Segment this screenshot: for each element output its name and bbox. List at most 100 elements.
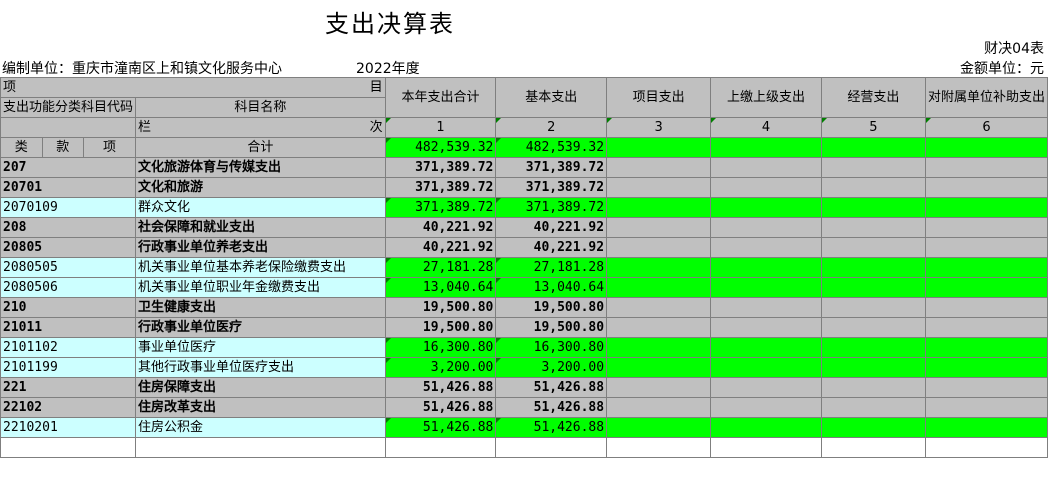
row-empty <box>924 197 1048 218</box>
row-empty <box>924 357 1048 378</box>
row-basic: 40,221.92 <box>495 217 608 238</box>
form-code: 财决04表 <box>984 41 1044 57</box>
row-code: 20805 <box>0 237 137 258</box>
header-xiang-mu: 项目 <box>0 77 386 98</box>
col-header-subsidy: 对附属单位补助支出 <box>924 77 1048 118</box>
row-empty <box>710 157 822 178</box>
name-header: 科目名称 <box>135 97 386 118</box>
table-row: 2080506 机关事业单位职业年金缴费支出 13,040.64 13,040.64 <box>0 277 1048 298</box>
row-empty <box>820 217 926 238</box>
row-total: 27,181.28 <box>384 257 497 278</box>
row-empty <box>820 197 926 218</box>
row-total: 16,300.80 <box>384 337 497 358</box>
total-label: 合计 <box>135 137 386 158</box>
row-empty <box>820 277 926 298</box>
empty-code <box>0 437 137 458</box>
table-row: 20805 行政事业单位养老支出 40,221.92 40,221.92 <box>0 237 1048 258</box>
empty-cell <box>495 437 608 458</box>
row-basic: 371,389.72 <box>495 157 608 178</box>
empty-cell <box>820 437 926 458</box>
row-empty <box>924 277 1048 298</box>
row-empty <box>820 377 926 398</box>
row-code: 21011 <box>0 317 137 338</box>
row-empty <box>710 277 822 298</box>
row-empty <box>710 177 822 198</box>
row-name: 文化和旅游 <box>135 177 386 198</box>
row-basic: 19,500.80 <box>495 297 608 318</box>
total-value-empty <box>606 137 712 158</box>
row-name: 群众文化 <box>135 197 386 218</box>
row-empty <box>924 177 1048 198</box>
row-empty <box>606 217 712 238</box>
report-year: 2022年度 <box>356 61 420 77</box>
col-header-project: 项目支出 <box>606 77 712 118</box>
lan-ci-header: 栏次 <box>135 117 386 138</box>
table-row: 207 文化旅游体育与传媒支出 371,389.72 371,389.72 <box>0 157 1048 178</box>
code-subheader-blank <box>0 117 137 138</box>
table-row: 2101199 其他行政事业单位医疗支出 3,200.00 3,200.00 <box>0 357 1048 378</box>
row-total: 51,426.88 <box>384 397 497 418</box>
col-header-total: 本年支出合计 <box>384 77 497 118</box>
col-number: 5 <box>820 117 926 138</box>
row-total: 19,500.80 <box>384 297 497 318</box>
row-total: 40,221.92 <box>384 237 497 258</box>
row-total: 371,389.72 <box>384 177 497 198</box>
row-empty <box>820 177 926 198</box>
row-empty <box>710 217 822 238</box>
row-empty <box>606 417 712 438</box>
lei-label: 类 <box>0 137 43 158</box>
row-name: 住房保障支出 <box>135 377 386 398</box>
row-empty <box>924 217 1048 238</box>
row-name: 其他行政事业单位医疗支出 <box>135 357 386 378</box>
table-row: 20701 文化和旅游 371,389.72 371,389.72 <box>0 177 1048 198</box>
empty-name <box>135 437 386 458</box>
row-code: 2070109 <box>0 197 137 218</box>
row-empty <box>606 237 712 258</box>
row-name: 事业单位医疗 <box>135 337 386 358</box>
row-empty <box>710 237 822 258</box>
row-basic: 51,426.88 <box>495 397 608 418</box>
row-code: 221 <box>0 377 137 398</box>
row-empty <box>924 417 1048 438</box>
row-empty <box>606 297 712 318</box>
row-name: 机关事业单位基本养老保险缴费支出 <box>135 257 386 278</box>
row-total: 13,040.64 <box>384 277 497 298</box>
row-empty <box>710 377 822 398</box>
row-total: 51,426.88 <box>384 377 497 398</box>
row-empty <box>710 317 822 338</box>
row-empty <box>606 257 712 278</box>
table-row: 21011 行政事业单位医疗 19,500.80 19,500.80 <box>0 317 1048 338</box>
code-header: 支出功能分类科目代码 <box>0 97 137 118</box>
row-basic: 13,040.64 <box>495 277 608 298</box>
total-row: 类款项合计 482,539.32 482,539.32 <box>0 137 1048 158</box>
row-name: 机关事业单位职业年金缴费支出 <box>135 277 386 298</box>
total-value-2: 482,539.32 <box>495 137 608 158</box>
total-value-empty <box>710 137 822 158</box>
row-total: 3,200.00 <box>384 357 497 378</box>
row-empty <box>606 177 712 198</box>
row-total: 371,389.72 <box>384 197 497 218</box>
row-empty <box>820 297 926 318</box>
row-code: 208 <box>0 217 137 238</box>
row-basic: 51,426.88 <box>495 377 608 398</box>
row-code: 22102 <box>0 397 137 418</box>
row-code: 2101199 <box>0 357 137 378</box>
row-basic: 51,426.88 <box>495 417 608 438</box>
table-row: 22102 住房改革支出 51,426.88 51,426.88 <box>0 397 1048 418</box>
row-empty <box>924 317 1048 338</box>
row-code: 2080506 <box>0 277 137 298</box>
col-number: 2 <box>495 117 608 138</box>
row-code: 210 <box>0 297 137 318</box>
unit-info: 编制单位：重庆市潼南区上和镇文化服务中心 2022年度 <box>2 58 420 78</box>
empty-cell <box>384 437 497 458</box>
row-empty <box>924 397 1048 418</box>
row-empty <box>606 397 712 418</box>
row-name: 住房改革支出 <box>135 397 386 418</box>
row-empty <box>820 417 926 438</box>
row-empty <box>710 357 822 378</box>
col-number: 6 <box>924 117 1048 138</box>
amount-unit: 金额单位：元 <box>960 61 1044 77</box>
row-empty <box>924 257 1048 278</box>
empty-cell <box>924 437 1048 458</box>
table-row: 210 卫生健康支出 19,500.80 19,500.80 <box>0 297 1048 318</box>
